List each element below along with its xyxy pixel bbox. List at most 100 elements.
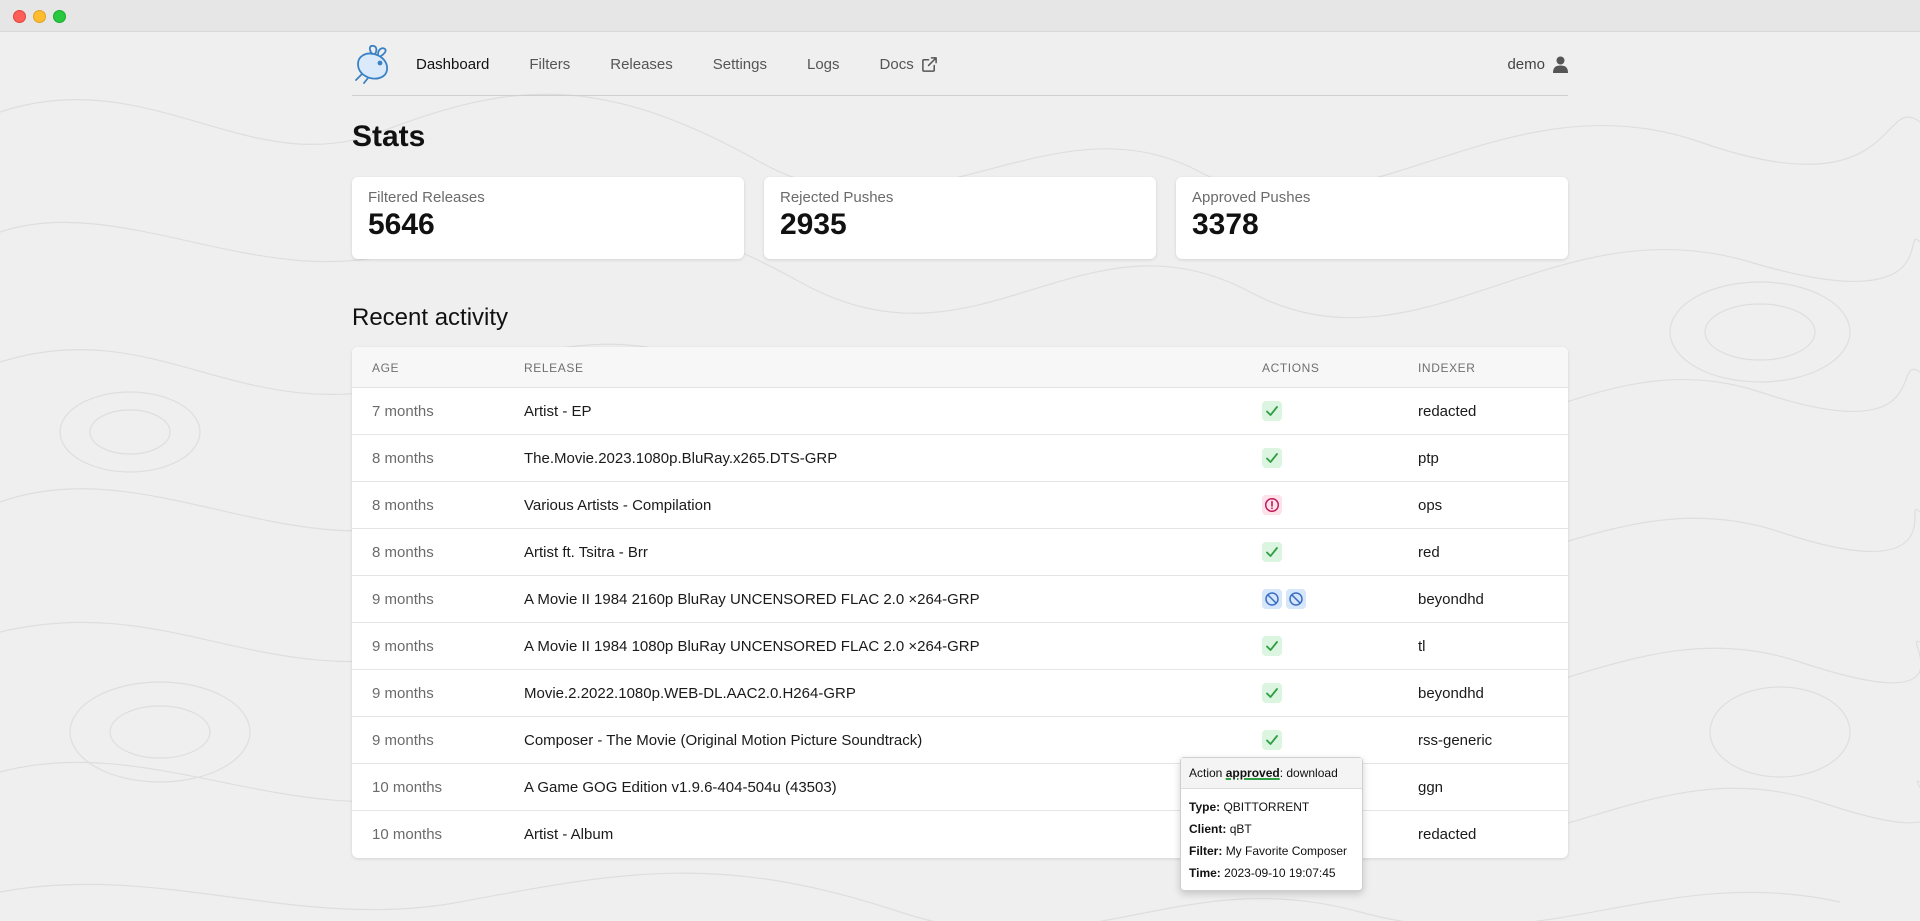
table-row: 10 months A Game GOG Edition v1.9.6-404-5… bbox=[352, 764, 1568, 811]
check-icon[interactable] bbox=[1262, 542, 1282, 562]
recent-activity-table: AGE RELEASE ACTIONS INDEXER 7 months Arti… bbox=[352, 347, 1568, 858]
row-release[interactable]: Various Artists - Compilation bbox=[524, 497, 711, 514]
row-indexer: rss-generic bbox=[1418, 732, 1493, 749]
column-header-release: RELEASE bbox=[524, 361, 584, 375]
nav-releases[interactable]: Releases bbox=[610, 56, 673, 73]
check-icon[interactable] bbox=[1262, 448, 1282, 468]
tooltip-client: qBT bbox=[1229, 822, 1252, 836]
stat-value: 5646 bbox=[368, 208, 435, 241]
row-actions bbox=[1262, 589, 1306, 609]
check-icon[interactable] bbox=[1262, 730, 1282, 750]
table-row: 8 months The.Movie.2023.1080p.BluRay.x265… bbox=[352, 435, 1568, 482]
row-age: 9 months bbox=[372, 638, 434, 655]
row-age: 9 months bbox=[372, 591, 434, 608]
row-indexer: ggn bbox=[1418, 779, 1444, 796]
row-indexer: red bbox=[1418, 544, 1440, 561]
row-actions bbox=[1262, 683, 1282, 703]
row-indexer: redacted bbox=[1418, 826, 1477, 843]
tooltip-type-label: Type: bbox=[1189, 800, 1221, 814]
tooltip-filter-row: Filter: My Favorite Composer bbox=[1189, 840, 1354, 862]
column-header-indexer: INDEXER bbox=[1418, 361, 1476, 375]
row-actions bbox=[1262, 401, 1282, 421]
nav-links: Dashboard Filters Releases Settings Logs… bbox=[416, 32, 978, 96]
row-release[interactable]: Artist ft. Tsitra - Brr bbox=[524, 544, 648, 561]
tooltip-prefix: Action bbox=[1189, 766, 1226, 780]
row-release[interactable]: The.Movie.2023.1080p.BluRay.x265.DTS-GRP bbox=[524, 450, 837, 467]
maximize-window-button[interactable] bbox=[53, 10, 66, 23]
rabbit-logo[interactable] bbox=[352, 44, 394, 84]
check-icon[interactable] bbox=[1262, 636, 1282, 656]
check-icon[interactable] bbox=[1262, 683, 1282, 703]
table-row: 10 months Artist - Album redacted bbox=[352, 811, 1568, 858]
row-indexer: redacted bbox=[1418, 403, 1477, 420]
tooltip-type: QBITTORRENT bbox=[1223, 800, 1310, 814]
row-release[interactable]: A Movie II 1984 1080p BluRay UNCENSORED … bbox=[524, 638, 980, 655]
row-age: 9 months bbox=[372, 685, 434, 702]
table-row: 8 months Artist ft. Tsitra - Brr red bbox=[352, 529, 1568, 576]
row-age: 10 months bbox=[372, 826, 443, 843]
window-titlebar bbox=[0, 0, 1920, 32]
table-body: 7 months Artist - EP redacted 8 months The.M… bbox=[352, 388, 1568, 858]
tooltip-time-row: Time: 2023-09-10 19:07:45 bbox=[1189, 862, 1354, 884]
main-container: Dashboard Filters Releases Settings Logs… bbox=[352, 32, 1568, 858]
row-age: 8 months bbox=[372, 450, 434, 467]
row-release[interactable]: A Game GOG Edition v1.9.6-404-504u (4350… bbox=[524, 779, 837, 796]
tooltip-header: Action approved: download bbox=[1181, 758, 1362, 789]
nav-docs[interactable]: Docs bbox=[880, 56, 938, 73]
row-age: 9 months bbox=[372, 732, 434, 749]
row-age: 8 months bbox=[372, 497, 434, 514]
stat-label: Approved Pushes bbox=[1192, 189, 1311, 206]
table-row: 8 months Various Artists - Compilation ops bbox=[352, 482, 1568, 529]
nav-logs[interactable]: Logs bbox=[807, 56, 840, 73]
nav-settings[interactable]: Settings bbox=[713, 56, 767, 73]
alert-circle-icon[interactable] bbox=[1262, 495, 1282, 515]
ban-icon[interactable] bbox=[1262, 589, 1282, 609]
tooltip-filter: My Favorite Composer bbox=[1225, 844, 1348, 858]
row-release[interactable]: A Movie II 1984 2160p BluRay UNCENSORED … bbox=[524, 591, 980, 608]
table-row: 7 months Artist - EP redacted bbox=[352, 388, 1568, 435]
row-age: 8 months bbox=[372, 544, 434, 561]
tooltip-filter-label: Filter: bbox=[1189, 844, 1223, 858]
row-actions bbox=[1262, 448, 1282, 468]
row-indexer: ptp bbox=[1418, 450, 1439, 467]
table-row: 9 months A Movie II 1984 2160p BluRay UNC… bbox=[352, 576, 1568, 623]
row-actions bbox=[1262, 495, 1282, 515]
ban-icon[interactable] bbox=[1286, 589, 1306, 609]
row-release[interactable]: Movie.2.2022.1080p.WEB-DL.AAC2.0.H264-GR… bbox=[524, 685, 856, 702]
table-row: 9 months Composer - The Movie (Original M… bbox=[352, 717, 1568, 764]
nav-dashboard[interactable]: Dashboard bbox=[416, 56, 489, 73]
column-header-actions: ACTIONS bbox=[1262, 361, 1320, 375]
stat-value: 3378 bbox=[1192, 208, 1259, 241]
row-indexer: ops bbox=[1418, 497, 1443, 514]
stat-card-filtered: Filtered Releases 5646 bbox=[352, 177, 744, 259]
username: demo bbox=[1507, 55, 1545, 73]
nav-filters[interactable]: Filters bbox=[529, 56, 570, 73]
stat-label: Rejected Pushes bbox=[780, 189, 894, 206]
stat-card-approved: Approved Pushes 3378 bbox=[1176, 177, 1568, 259]
row-indexer: beyondhd bbox=[1418, 591, 1484, 608]
minimize-window-button[interactable] bbox=[33, 10, 46, 23]
row-indexer: beyondhd bbox=[1418, 685, 1484, 702]
tooltip-body: Type: QBITTORRENT Client: qBT Filter: My… bbox=[1181, 789, 1362, 891]
close-window-button[interactable] bbox=[13, 10, 26, 23]
table-header: AGE RELEASE ACTIONS INDEXER bbox=[352, 347, 1568, 388]
row-release[interactable]: Composer - The Movie (Original Motion Pi… bbox=[524, 732, 922, 749]
stat-value: 2935 bbox=[780, 208, 847, 241]
row-actions bbox=[1262, 636, 1282, 656]
row-release[interactable]: Artist - EP bbox=[524, 403, 592, 420]
row-actions bbox=[1262, 730, 1282, 750]
tooltip-status: approved bbox=[1225, 766, 1280, 780]
table-row: 9 months A Movie II 1984 1080p BluRay UNC… bbox=[352, 623, 1568, 670]
recent-activity-title: Recent activity bbox=[352, 304, 509, 331]
stats-cards: Filtered Releases 5646 Rejected Pushes 2… bbox=[352, 177, 1568, 259]
row-release[interactable]: Artist - Album bbox=[524, 826, 613, 843]
tooltip-time: 2023-09-10 19:07:45 bbox=[1224, 866, 1336, 880]
nav-docs-label: Docs bbox=[879, 55, 914, 73]
stat-label: Filtered Releases bbox=[368, 189, 485, 206]
check-icon[interactable] bbox=[1262, 401, 1282, 421]
row-indexer: tl bbox=[1418, 638, 1426, 655]
user-menu[interactable]: demo bbox=[1507, 32, 1568, 96]
external-link-icon bbox=[921, 56, 937, 72]
row-age: 10 months bbox=[372, 779, 443, 796]
top-nav: Dashboard Filters Releases Settings Logs… bbox=[352, 32, 1568, 96]
